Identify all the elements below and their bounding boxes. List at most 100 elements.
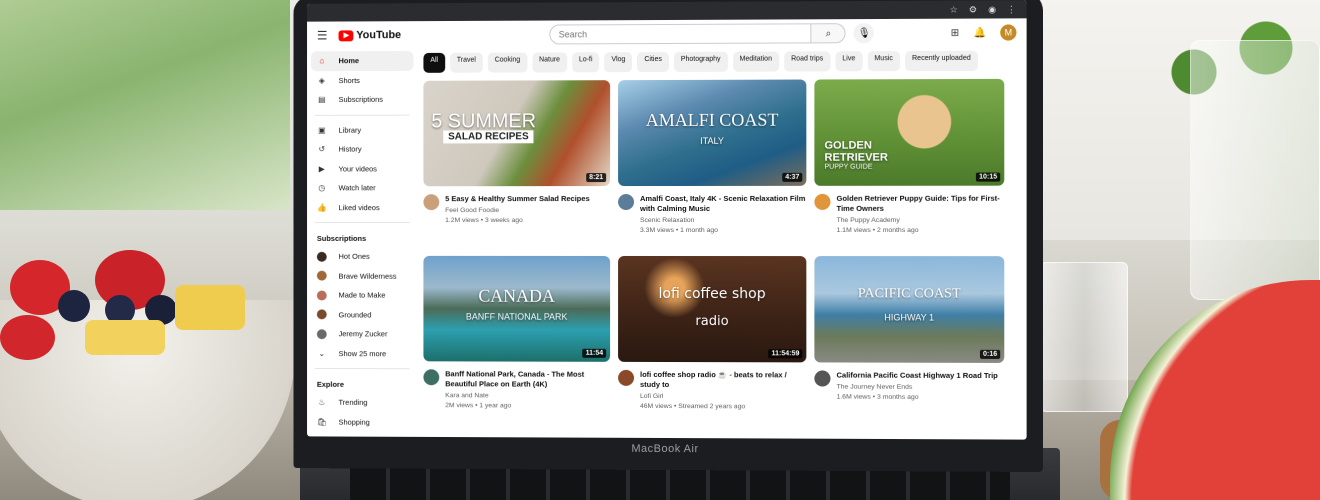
- sidebar-divider: [314, 114, 410, 116]
- video-title[interactable]: lofi coffee shop radio ☕ - beats to rela…: [640, 370, 806, 391]
- filter-chips: All Travel Cooking Nature Lo-fi Vlog Cities Pho…: [417, 47, 1020, 73]
- video-title[interactable]: Amalfi Coast, Italy 4K - Scenic Relaxati…: [640, 194, 806, 214]
- channel-avatar: [316, 251, 327, 262]
- video-thumbnail[interactable]: AMALFI COAST ITALY 4:37: [618, 79, 807, 187]
- subscriptions-icon: ▤: [318, 95, 326, 105]
- video-title[interactable]: California Pacific Coast Highway 1 Road …: [837, 371, 998, 382]
- channel-avatar[interactable]: [423, 194, 440, 211]
- sidebar-item-grounded[interactable]: Grounded: [311, 305, 414, 325]
- chevron-down-icon: ⌄: [318, 348, 326, 358]
- sidebar-item-your-videos[interactable]: ▶ Your videos: [311, 159, 414, 179]
- header-actions: ⊞ 🔔 M: [951, 24, 1017, 41]
- video-card[interactable]: AMALFI COAST ITALY 4:37 Amalfi Coast, Italy…: [618, 79, 807, 257]
- voice-search-button[interactable]: 🎙: [854, 23, 875, 44]
- video-title[interactable]: Golden Retriever Puppy Guide: Tips for F…: [837, 194, 1005, 214]
- thumbnail-subtitle: HIGHWAY 1: [884, 312, 935, 323]
- thumbnail-subtitle: radio: [695, 314, 729, 330]
- chip-cooking[interactable]: Cooking: [487, 52, 528, 73]
- notifications-icon[interactable]: 🔔: [973, 27, 986, 38]
- video-thumbnail[interactable]: PACIFIC COAST HIGHWAY 1 0:16: [814, 256, 1005, 363]
- video-card[interactable]: GOLDEN RETRIEVER PUPPY GUIDE 10:15 Golden R…: [814, 78, 1005, 256]
- chip-photography[interactable]: Photography: [673, 51, 728, 72]
- video-card[interactable]: CANADA BANFF NATIONAL PARK 11:54 Banff Nati…: [423, 255, 611, 432]
- show-more-label: Show 25 more: [338, 348, 387, 358]
- chip-road-trips[interactable]: Road trips: [784, 51, 831, 72]
- sidebar-item-label: Watch later: [338, 183, 376, 193]
- channel-name[interactable]: The Puppy Academy: [837, 216, 1005, 226]
- chip-lo-fi[interactable]: Lo-fi: [571, 52, 600, 73]
- video-thumbnail[interactable]: 5 SUMMER SALAD RECIPES 8:21: [423, 80, 611, 187]
- channel-avatar[interactable]: [814, 193, 831, 210]
- profile-icon[interactable]: ◉: [987, 4, 997, 15]
- channel-name[interactable]: Lofi Girl: [640, 392, 806, 403]
- hamburger-menu-icon[interactable]: ☰: [317, 28, 337, 43]
- sidebar-item-subscriptions[interactable]: ▤ Subscriptions: [311, 90, 414, 110]
- video-duration: 4:37: [782, 172, 803, 182]
- chip-live[interactable]: Live: [835, 51, 863, 72]
- channel-avatar[interactable]: [814, 370, 831, 387]
- chip-all[interactable]: All: [423, 52, 445, 73]
- channel-name[interactable]: Scenic Relaxation: [640, 216, 806, 226]
- chip-vlog[interactable]: Vlog: [604, 52, 633, 73]
- chip-music[interactable]: Music: [867, 51, 900, 72]
- star-icon[interactable]: ☆: [949, 4, 959, 15]
- sidebar-divider: [314, 222, 410, 224]
- more-icon[interactable]: ⋮: [1006, 4, 1016, 15]
- video-card[interactable]: PACIFIC COAST HIGHWAY 1 0:16 California Pac…: [814, 256, 1005, 433]
- chip-meditation[interactable]: Meditation: [732, 51, 780, 72]
- video-card[interactable]: lofi coffee shop radio 11:54:59 lofi coffee…: [618, 255, 807, 433]
- show-more-button[interactable]: ⌄ Show 25 more: [311, 344, 414, 364]
- sidebar-item-home[interactable]: ⌂ Home: [310, 50, 414, 71]
- sidebar-item-brave-wilderness[interactable]: Brave Wilderness: [311, 266, 414, 285]
- chip-nature[interactable]: Nature: [532, 52, 567, 73]
- search-button[interactable]: ⌕: [811, 23, 847, 44]
- sidebar-item-liked-videos[interactable]: 👍 Liked videos: [311, 198, 414, 217]
- history-icon: ↺: [318, 144, 326, 154]
- video-meta: 5 Easy & Healthy Summer Salad Recipes Fee…: [423, 186, 610, 226]
- home-icon: ⌂: [319, 56, 325, 66]
- video-thumbnail[interactable]: CANADA BANFF NATIONAL PARK 11:54: [423, 255, 611, 362]
- microphone-icon: 🎙: [857, 27, 871, 39]
- channel-avatar: [316, 309, 327, 320]
- channel-avatar[interactable]: [423, 369, 440, 386]
- channel-avatar: [316, 329, 327, 339]
- sidebar-item-history[interactable]: ↺ History: [311, 140, 414, 160]
- chip-travel[interactable]: Travel: [449, 52, 483, 73]
- main-content: All Travel Cooking Nature Lo-fi Vlog Cities Pho…: [417, 47, 1026, 437]
- video-thumbnail[interactable]: GOLDEN RETRIEVER PUPPY GUIDE 10:15: [814, 78, 1005, 186]
- user-avatar[interactable]: M: [1000, 24, 1017, 41]
- channel-avatar[interactable]: [618, 369, 635, 386]
- chip-recently-uploaded[interactable]: Recently uploaded: [904, 50, 978, 72]
- video-duration: 11:54:59: [768, 349, 803, 359]
- video-meta: Banff National Park, Canada - The Most B…: [423, 361, 610, 411]
- channel-avatar[interactable]: [618, 194, 635, 211]
- chip-cities[interactable]: Cities: [637, 51, 669, 73]
- sidebar-item-label: Home: [338, 56, 360, 66]
- sidebar-item-watch-later[interactable]: ◷ Watch later: [311, 178, 414, 197]
- youtube-logo[interactable]: YouTube: [338, 29, 401, 41]
- video-card[interactable]: 5 SUMMER SALAD RECIPES 8:21 5 Easy & Health…: [423, 80, 611, 256]
- video-info: Banff National Park, Canada - The Most B…: [445, 369, 610, 411]
- sidebar-item-jeremy-zucker[interactable]: Jeremy Zucker: [311, 324, 414, 344]
- sidebar-item-library[interactable]: ▣ Library: [311, 120, 414, 140]
- video-meta: Golden Retriever Puppy Guide: Tips for F…: [814, 186, 1004, 236]
- sidebar-item-label: Made to Make: [338, 290, 386, 300]
- channel-name[interactable]: Feel Good Foodie: [445, 206, 589, 216]
- video-title[interactable]: 5 Easy & Healthy Summer Salad Recipes: [445, 194, 589, 204]
- extension-icon[interactable]: ⚙: [968, 4, 978, 15]
- video-meta: lofi coffee shop radio ☕ - beats to rela…: [618, 362, 806, 413]
- thumbnail-subtitle: ITALY: [700, 135, 724, 146]
- sidebar-item-trending[interactable]: ♨ Trending: [311, 393, 414, 413]
- channel-name[interactable]: Kara and Nate: [445, 391, 610, 402]
- create-icon[interactable]: ⊞: [951, 27, 959, 38]
- search-icon: ⌕: [825, 27, 832, 39]
- sidebar-item-made-to-make[interactable]: Made to Make: [311, 286, 414, 306]
- subscriptions-heading: Subscriptions: [316, 233, 367, 243]
- sidebar-item-hot-ones[interactable]: Hot Ones: [311, 247, 414, 266]
- sidebar-item-shorts[interactable]: ◈ Shorts: [311, 70, 414, 90]
- sidebar-item-shopping[interactable]: 🛍 Shopping: [311, 412, 414, 432]
- video-title[interactable]: Banff National Park, Canada - The Most B…: [445, 369, 610, 389]
- search-input[interactable]: [549, 23, 812, 45]
- video-thumbnail[interactable]: lofi coffee shop radio 11:54:59: [618, 255, 807, 363]
- channel-name[interactable]: The Journey Never Ends: [837, 383, 998, 394]
